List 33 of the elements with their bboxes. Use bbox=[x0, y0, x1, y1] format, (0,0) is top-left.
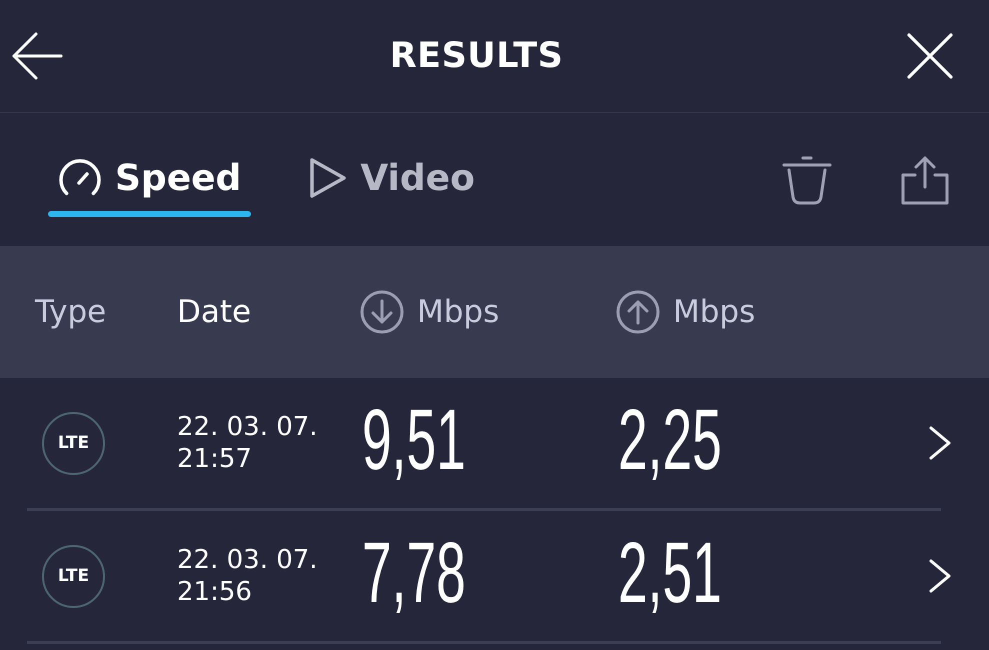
test-time: 21:57 bbox=[177, 443, 252, 475]
test-date: 22. 03. 07. bbox=[177, 411, 318, 443]
upload-speed: 2,51 bbox=[618, 530, 722, 616]
delete-button[interactable] bbox=[782, 155, 832, 205]
back-button[interactable] bbox=[11, 32, 63, 80]
network-type-badge: LTE bbox=[42, 412, 105, 474]
share-button[interactable] bbox=[900, 155, 950, 205]
column-header[interactable]: Mbps bbox=[360, 290, 500, 334]
chevron-right-icon bbox=[928, 558, 952, 594]
tab[interactable]: Video bbox=[299, 155, 485, 217]
download-speed: 7,78 bbox=[362, 530, 466, 616]
screen-title: RESULTS bbox=[390, 36, 564, 76]
download-speed: 9,51 bbox=[362, 397, 466, 483]
trash-icon bbox=[782, 155, 832, 205]
close-icon bbox=[907, 33, 953, 79]
column-header[interactable]: Date bbox=[177, 294, 252, 330]
chevron-right-icon bbox=[928, 425, 952, 461]
column-header[interactable]: Mbps bbox=[616, 290, 756, 334]
test-time: 21:56 bbox=[177, 576, 252, 608]
arrow-down-circle-icon bbox=[360, 290, 404, 334]
play-icon bbox=[309, 157, 348, 199]
arrow-up-circle-icon bbox=[616, 290, 660, 334]
upload-speed: 2,25 bbox=[618, 397, 722, 483]
share-icon bbox=[900, 155, 950, 205]
open-details-button[interactable] bbox=[928, 425, 952, 461]
close-button[interactable] bbox=[907, 33, 953, 79]
column-header[interactable]: Type bbox=[35, 294, 106, 330]
gauge-icon bbox=[58, 158, 102, 198]
open-details-button[interactable] bbox=[928, 558, 952, 594]
back-arrow-icon bbox=[11, 32, 63, 80]
test-date: 22. 03. 07. bbox=[177, 544, 318, 576]
network-type-badge: LTE bbox=[42, 544, 105, 608]
tab[interactable]: Speed bbox=[48, 155, 252, 217]
